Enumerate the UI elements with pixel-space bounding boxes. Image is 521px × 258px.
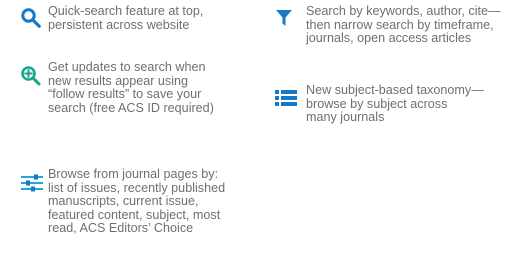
list-icon <box>274 89 298 107</box>
feature-text: Quick-search feature at top, persistent … <box>48 4 204 32</box>
feature-text: Search by keywords, author, cite— then n… <box>306 4 501 46</box>
filter-icon <box>274 8 294 28</box>
zoom-plus-icon <box>20 65 42 87</box>
search-icon <box>20 7 42 29</box>
feature-text: Get updates to search when new results a… <box>48 60 214 115</box>
feature-text: Browse from journal pages by: list of is… <box>48 167 226 236</box>
feature-text: New subject-based taxonomy— browse by su… <box>306 83 484 125</box>
sliders-icon <box>20 173 44 193</box>
